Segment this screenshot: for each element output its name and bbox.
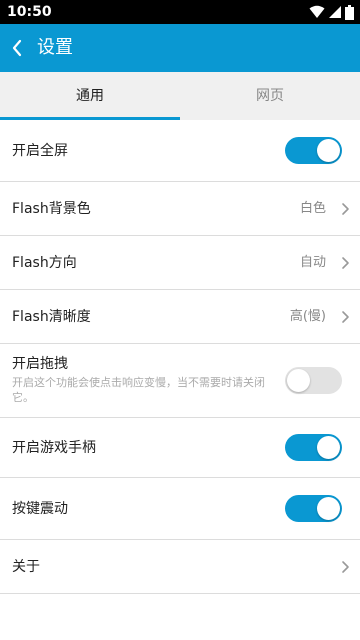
- setting-row-fullscreen[interactable]: 开启全屏: [0, 120, 360, 182]
- setting-row-drag[interactable]: 开启拖拽 开启这个功能会使点击响应变慢，当不需要时请关闭它。: [0, 344, 360, 418]
- setting-row-flash-bg-color[interactable]: Flash背景色 白色: [0, 182, 360, 236]
- page-title: 设置: [37, 37, 73, 58]
- toggle-knob: [287, 369, 310, 392]
- setting-label-about: 关于: [12, 559, 40, 575]
- status-bar: 10:50: [0, 0, 360, 24]
- setting-label-gamepad: 开启游戏手柄: [12, 440, 96, 456]
- drag-toggle[interactable]: [285, 367, 342, 394]
- toggle-knob: [317, 497, 340, 520]
- setting-value-flash-bg-color: 白色: [299, 201, 326, 216]
- setting-row-about[interactable]: 关于: [0, 540, 360, 594]
- status-time: 10:50: [7, 4, 52, 20]
- setting-row-key-vibration[interactable]: 按键震动: [0, 478, 360, 540]
- signal-icon: [329, 6, 341, 18]
- setting-label-key-vibration: 按键震动: [12, 501, 68, 517]
- setting-row-flash-quality[interactable]: Flash清晰度 高(慢): [0, 290, 360, 344]
- setting-value-flash-orientation: 自动: [299, 255, 326, 270]
- toggle-knob: [317, 436, 340, 459]
- setting-label-drag: 开启拖拽: [12, 356, 68, 372]
- tab-bar: 通用 网页: [0, 72, 360, 120]
- tab-general[interactable]: 通用: [0, 72, 180, 120]
- chevron-left-icon[interactable]: [8, 36, 28, 60]
- wifi-icon: [309, 5, 325, 18]
- setting-value-flash-quality: 高(慢): [289, 309, 326, 324]
- chevron-right-icon: [342, 203, 349, 215]
- chevron-right-icon: [342, 311, 349, 323]
- tab-web[interactable]: 网页: [180, 72, 360, 120]
- battery-icon: [345, 4, 354, 20]
- key-vibration-toggle[interactable]: [285, 495, 342, 522]
- setting-label-flash-orientation: Flash方向: [12, 255, 77, 271]
- setting-row-gamepad[interactable]: 开启游戏手柄: [0, 418, 360, 478]
- setting-label-fullscreen: 开启全屏: [12, 143, 68, 159]
- chevron-right-icon: [342, 257, 349, 269]
- setting-label-flash-quality: Flash清晰度: [12, 309, 91, 325]
- gamepad-toggle[interactable]: [285, 434, 342, 461]
- toggle-knob: [317, 139, 340, 162]
- chevron-right-icon: [342, 561, 349, 573]
- setting-row-flash-orientation[interactable]: Flash方向 自动: [0, 236, 360, 290]
- app-bar: 设置: [0, 24, 360, 72]
- status-icons: [309, 4, 354, 20]
- fullscreen-toggle[interactable]: [285, 137, 342, 164]
- setting-description-drag: 开启这个功能会使点击响应变慢，当不需要时请关闭它。: [12, 376, 265, 404]
- setting-label-flash-bg-color: Flash背景色: [12, 201, 91, 217]
